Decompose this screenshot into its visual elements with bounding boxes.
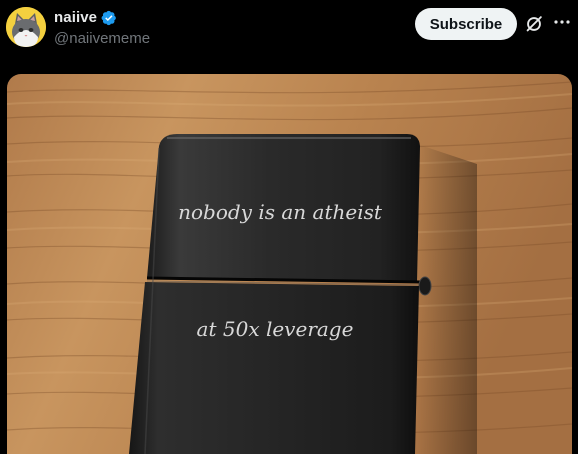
- engraving-line-1: nobody is an atheist: [178, 200, 383, 224]
- subscribe-button[interactable]: Subscribe: [415, 8, 517, 40]
- cat-avatar-icon: [6, 7, 46, 47]
- lighter-photo: nobody is an atheist at 50x leverage: [7, 74, 572, 454]
- post-media-photo[interactable]: nobody is an atheist at 50x leverage: [7, 74, 572, 454]
- verified-badge-icon: [101, 10, 116, 25]
- author-avatar[interactable]: [6, 7, 46, 47]
- author-display-name[interactable]: naiive: [54, 9, 97, 26]
- post-header: naiive @naiivememe Subscribe: [0, 0, 578, 70]
- more-icon[interactable]: [550, 10, 574, 34]
- author-name-row: naiive: [54, 9, 117, 26]
- engraving-line-2: at 50x leverage: [197, 317, 354, 341]
- grok-icon[interactable]: [523, 13, 545, 35]
- author-handle[interactable]: @naiivememe: [54, 30, 150, 47]
